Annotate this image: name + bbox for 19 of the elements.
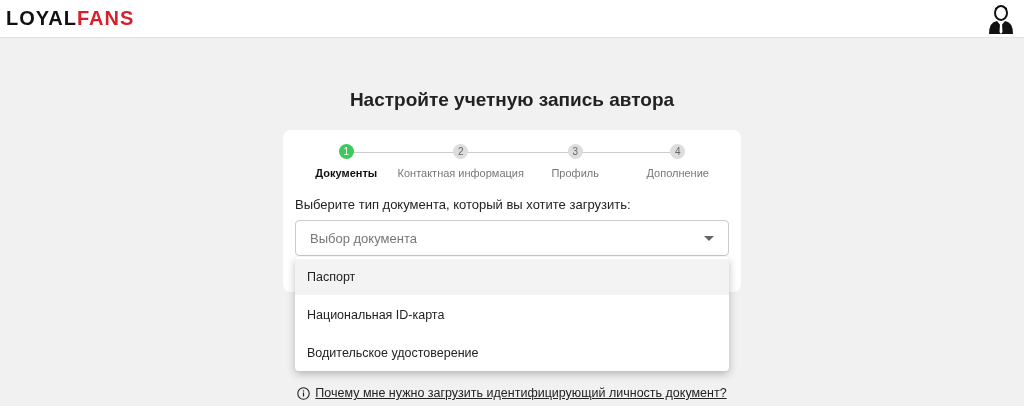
logo-wordmark[interactable]: LOYAL: [6, 7, 77, 29]
dropdown-option[interactable]: Водительское удостоверение: [295, 335, 729, 371]
step-label[interactable]: Контактная информация: [397, 167, 524, 179]
help-link[interactable]: Почему мне нужно загрузить идентифицирующий личность документ?: [315, 386, 727, 400]
dropdown-option[interactable]: Паспорт: [295, 259, 729, 295]
step-number[interactable]: 4: [670, 144, 686, 159]
step-label[interactable]: Документы: [315, 167, 378, 179]
page-title: Настройте учетную запись автора: [349, 89, 675, 111]
logo-wordmark[interactable]: FANS: [76, 7, 135, 29]
field-label: Выберите тип документа, который вы хотите загрузить:: [295, 197, 632, 212]
info-icon: [297, 386, 311, 400]
document-select[interactable]: Выбор документа: [295, 220, 729, 256]
step-label[interactable]: Профиль: [551, 167, 599, 179]
step-label[interactable]: Дополнение: [646, 167, 709, 179]
step-number[interactable]: 2: [453, 144, 469, 159]
dropdown-option[interactable]: Национальная ID-карта: [295, 297, 729, 333]
caret-icon: [704, 235, 714, 241]
step-number[interactable]: 3: [567, 144, 583, 159]
user-avatar-icon[interactable]: [988, 3, 1014, 34]
